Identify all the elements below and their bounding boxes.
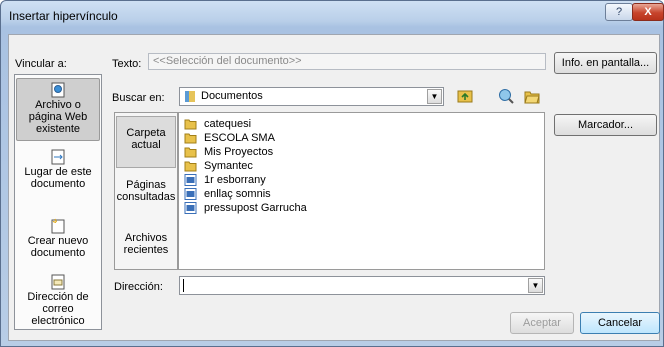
link-to-bar: Archivo o página Web existente Lugar de … <box>14 74 102 330</box>
address-label: Dirección: <box>114 281 163 293</box>
link-item-label: documento <box>30 247 86 259</box>
text-to-display-field[interactable]: <<Selección del documento>> <box>148 53 546 70</box>
ok-button[interactable]: Aceptar <box>510 312 574 334</box>
cancel-button[interactable]: Cancelar <box>580 312 660 334</box>
place-label: actual <box>131 139 161 151</box>
place-browsed-pages[interactable]: Páginas consultadas <box>116 179 176 213</box>
link-item-label: electrónico <box>31 315 85 327</box>
link-existing-file-item[interactable]: Archivo o página Web existente <box>16 78 100 141</box>
link-to-label: Vincular a: <box>15 58 67 70</box>
file-name: Symantec <box>204 160 253 172</box>
file-name: 1r esborrany <box>204 174 266 186</box>
email-document-icon <box>51 274 65 290</box>
link-item-label: correo <box>42 303 74 315</box>
text-cursor <box>183 279 184 292</box>
documents-folder-icon <box>185 91 195 102</box>
places-panel: Carpeta actual Páginas consultadas Archi… <box>114 112 178 270</box>
place-label: consultadas <box>116 191 176 203</box>
link-new-document-item[interactable]: Crear nuevo documento <box>16 218 100 268</box>
place-label: Archivos <box>124 232 168 244</box>
folder-icon <box>184 147 197 158</box>
new-document-icon <box>51 218 65 234</box>
globe-document-icon <box>51 82 65 98</box>
word-document-icon <box>184 202 197 214</box>
address-input[interactable]: ▼ <box>179 276 545 295</box>
dialog-title: Insertar hipervínculo <box>9 9 118 23</box>
chevron-down-icon[interactable]: ▼ <box>427 89 442 104</box>
folder-icon <box>184 133 197 144</box>
link-item-label: Dirección de <box>27 291 89 303</box>
place-label: recientes <box>123 244 169 256</box>
file-name: enllaç somnis <box>204 188 271 200</box>
browse-file-icon[interactable] <box>523 87 541 105</box>
link-place-in-document-item[interactable]: Lugar de este documento <box>16 149 100 199</box>
look-in-value: Documentos <box>201 90 263 102</box>
file-list[interactable]: catequesi ESCOLA SMA Mis Proyectos Syman… <box>178 112 545 270</box>
word-document-icon <box>184 174 197 186</box>
link-item-label: Archivo o <box>35 99 81 111</box>
document-anchor-icon <box>51 149 65 165</box>
bookmark-button[interactable]: Marcador... <box>554 114 657 136</box>
close-button[interactable]: X <box>632 3 664 21</box>
up-folder-icon[interactable] <box>456 87 474 105</box>
look-in-label: Buscar en: <box>112 92 165 104</box>
link-item-label: existente <box>35 123 81 135</box>
file-name: pressupost Garrucha <box>204 202 307 214</box>
folder-icon <box>184 161 197 172</box>
help-button[interactable]: ? <box>605 3 633 21</box>
screen-tip-button[interactable]: Info. en pantalla... <box>554 52 657 74</box>
browse-web-icon[interactable] <box>497 87 515 105</box>
place-recent-files[interactable]: Archivos recientes <box>116 232 176 266</box>
place-current-folder[interactable]: Carpeta actual <box>116 116 176 168</box>
dialog-window: Insertar hipervínculo ? X Vincular a: Te… <box>0 0 664 347</box>
file-name: Mis Proyectos <box>204 146 274 158</box>
file-name: ESCOLA SMA <box>204 132 275 144</box>
word-document-icon <box>184 188 197 200</box>
look-in-dropdown[interactable]: Documentos ▼ <box>179 87 444 106</box>
link-email-item[interactable]: Dirección de correo electrónico <box>16 274 100 328</box>
folder-icon <box>184 119 197 130</box>
link-item-label: documento <box>30 178 86 190</box>
link-item-label: Lugar de este <box>24 166 92 178</box>
link-item-label: Crear nuevo <box>27 235 89 247</box>
link-item-label: página Web <box>28 111 88 123</box>
file-name: catequesi <box>204 118 252 130</box>
text-label: Texto: <box>112 58 142 70</box>
place-label: Páginas <box>126 179 166 191</box>
chevron-down-icon[interactable]: ▼ <box>528 278 543 293</box>
place-label: Carpeta <box>126 127 166 139</box>
